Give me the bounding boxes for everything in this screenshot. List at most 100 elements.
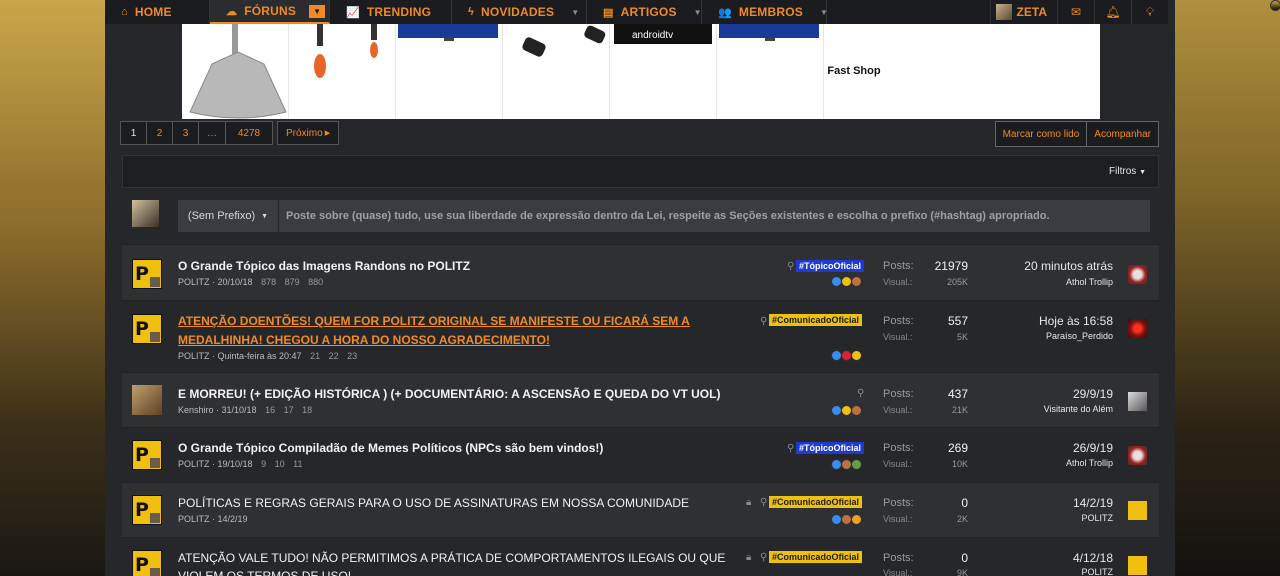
page-link[interactable]: 23 (347, 351, 357, 361)
prefix-tag[interactable]: #ComunicadoOficial (769, 314, 863, 326)
nav-articles[interactable]: ▤ ARTIGOS ▼ (587, 0, 702, 24)
prefix-tag[interactable]: #ComunicadoOficial (769, 551, 863, 563)
page-link[interactable]: 878 (261, 277, 276, 287)
product-tv-2[interactable]: androidtv (610, 24, 717, 119)
politz-logo-avatar[interactable] (1128, 556, 1147, 575)
reactions[interactable] (831, 405, 862, 416)
page-link[interactable]: 2 (146, 121, 173, 145)
avatar[interactable] (1128, 265, 1147, 284)
thread-title[interactable]: O Grande Tópico das Imagens Randons no P… (178, 257, 470, 276)
page-jump[interactable]: … (198, 121, 226, 145)
avatar[interactable] (1128, 446, 1147, 465)
page-link[interactable]: 17 (284, 405, 294, 415)
thread-title-line-2[interactable]: MEDALHINHA! CHEGOU A HORA DO NOSSO AGRAD… (178, 331, 550, 350)
page-link[interactable]: 22 (329, 351, 339, 361)
product-tv-1[interactable] (396, 24, 503, 119)
page-link-last[interactable]: 4278 (225, 121, 273, 145)
page-link[interactable]: 18 (302, 405, 312, 415)
user-menu[interactable]: ZETA (989, 0, 1057, 24)
page-link[interactable]: 3 (172, 121, 199, 145)
last-post-user[interactable]: Paraíso_Perdido (1046, 331, 1113, 341)
thread-row[interactable]: E MORREU! (+ EDIÇÃO HISTÓRICA ) (+ DOCUM… (122, 372, 1159, 427)
thread-title[interactable]: E MORREU! (+ EDIÇÃO HISTÓRICA ) (+ DOCUM… (178, 385, 720, 404)
lock-icon: 🔒︎ (746, 552, 752, 563)
nav-forums[interactable]: ☁ FÓRUNS ▼ (210, 0, 330, 24)
envelope-icon[interactable]: ✉ (1057, 0, 1094, 24)
last-post-user[interactable]: Athol Trollip (1066, 458, 1113, 468)
posts-label: Posts: (883, 388, 914, 400)
last-post-user[interactable]: Visitante do Além (1044, 404, 1113, 414)
thread-row[interactable]: P ATENÇÃO VALE TUDO! NÃO PERMITIMOS A PR… (122, 537, 1159, 576)
avatar[interactable] (1128, 319, 1147, 338)
nav-news[interactable]: ϟ NOVIDADES ▼ (452, 0, 587, 24)
page-link[interactable]: 10 (275, 459, 285, 469)
thread-date[interactable]: 31/10/18 (222, 405, 257, 415)
page-link[interactable]: 880 (308, 277, 323, 287)
page-link[interactable]: 1 (120, 121, 147, 145)
thread-title-line-2[interactable]: VIOLEM OS TERMOS DE USO! (178, 567, 351, 576)
thread-author[interactable]: POLITZ (178, 459, 210, 469)
page-link[interactable]: 879 (285, 277, 300, 287)
last-post-user[interactable]: POLITZ (1081, 513, 1113, 523)
prefix-tag[interactable]: #ComunicadoOficial (769, 496, 863, 508)
last-post-time[interactable]: 29/9/19 (1073, 387, 1113, 401)
page-link[interactable]: 9 (261, 459, 266, 469)
product-speakers[interactable] (503, 24, 610, 119)
thread-title[interactable]: O Grande Tópico Compiladão de Memes Polí… (178, 439, 603, 458)
prefix-tag[interactable]: #TópicoOficial (796, 442, 865, 454)
last-post-user[interactable]: Athol Trollip (1066, 277, 1113, 287)
prefix-tag[interactable]: #TópicoOficial (796, 260, 865, 272)
thread-author[interactable]: Kenshiro (178, 405, 214, 415)
nav-trending[interactable]: 📈 TRENDING (330, 0, 452, 24)
product-lamp[interactable] (182, 24, 289, 119)
chevron-down-icon[interactable]: ▼ (820, 8, 828, 17)
bell-icon[interactable]: 🔔︎ (1094, 0, 1131, 24)
last-post-user[interactable]: POLITZ (1081, 567, 1113, 576)
last-post-time[interactable]: 4/12/18 (1073, 551, 1113, 565)
ad-banner[interactable]: androidtv Fast Shop (182, 24, 1100, 119)
last-post-time[interactable]: Hoje às 16:58 (1039, 314, 1113, 328)
thread-date[interactable]: 14/2/19 (218, 514, 248, 524)
thread-date[interactable]: Quinta-feira às 20:47 (218, 351, 302, 361)
product-tools[interactable] (289, 24, 396, 119)
shop-brand[interactable]: Fast Shop (824, 24, 1124, 119)
page-link[interactable]: 21 (310, 351, 320, 361)
thread-title[interactable]: POLÍTICAS E REGRAS GERAIS PARA O USO DE … (178, 494, 689, 513)
reactions[interactable] (831, 459, 862, 470)
next-page-button[interactable]: Próximo ▶ (277, 121, 340, 145)
chevron-down-icon[interactable]: ▼ (571, 8, 579, 17)
thread-row[interactable]: P O Grande Tópico Compiladão de Memes Po… (122, 427, 1159, 482)
reactions[interactable] (831, 350, 862, 361)
thread-row[interactable]: P POLÍTICAS E REGRAS GERAIS PARA O USO D… (122, 482, 1159, 537)
chevron-down-icon[interactable]: ▼ (309, 4, 326, 18)
thread-row[interactable]: P O Grande Tópico das Imagens Randons no… (122, 244, 1159, 300)
last-post-time[interactable]: 26/9/19 (1073, 441, 1113, 455)
filters-button[interactable]: Filtros ▼ (1109, 166, 1146, 177)
thread-author[interactable]: POLITZ (178, 277, 210, 287)
product-tv-3[interactable] (717, 24, 824, 119)
thread-title-line-1[interactable]: ATENÇÃO DOENTÕES! QUEM FOR POLITZ ORIGIN… (178, 312, 690, 331)
thread-meta: POLITZ · 14/2/19 (178, 514, 248, 524)
thread-row[interactable]: P ATENÇÃO DOENTÕES! QUEM FOR POLITZ ORIG… (122, 300, 1159, 372)
last-post-time[interactable]: 14/2/19 (1073, 496, 1113, 510)
reactions[interactable] (831, 514, 862, 525)
last-post-time[interactable]: 20 minutos atrás (1024, 259, 1113, 273)
thread-date[interactable]: 19/10/18 (218, 459, 253, 469)
thread-title-line-1[interactable]: ATENÇÃO VALE TUDO! NÃO PERMITIMOS A PRÁT… (178, 549, 725, 568)
mark-read-button[interactable]: Marcar como lido (994, 121, 1088, 147)
follow-button[interactable]: Acompanhar (1086, 121, 1159, 147)
avatar[interactable] (1128, 392, 1147, 411)
thread-author[interactable]: POLITZ (178, 514, 210, 524)
lightbulb-icon[interactable]: 💡︎ (1131, 0, 1168, 24)
thread-author[interactable]: POLITZ (178, 351, 210, 361)
thread-date[interactable]: 20/10/18 (218, 277, 253, 287)
page-link[interactable]: 16 (265, 405, 275, 415)
prefix-select[interactable]: (Sem Prefixo) ▼ (178, 200, 278, 232)
nav-members[interactable]: 👥 MEMBROS ▼ (702, 0, 828, 24)
nav-home[interactable]: ⌂ HOME (105, 0, 210, 24)
politz-logo-avatar[interactable] (1128, 501, 1147, 520)
thread-title-input[interactable]: Poste sobre (quase) tudo, use sua liberd… (279, 200, 1150, 232)
reactions[interactable] (831, 276, 862, 287)
chevron-down-icon[interactable]: ▼ (694, 8, 702, 17)
page-link[interactable]: 11 (293, 459, 302, 469)
